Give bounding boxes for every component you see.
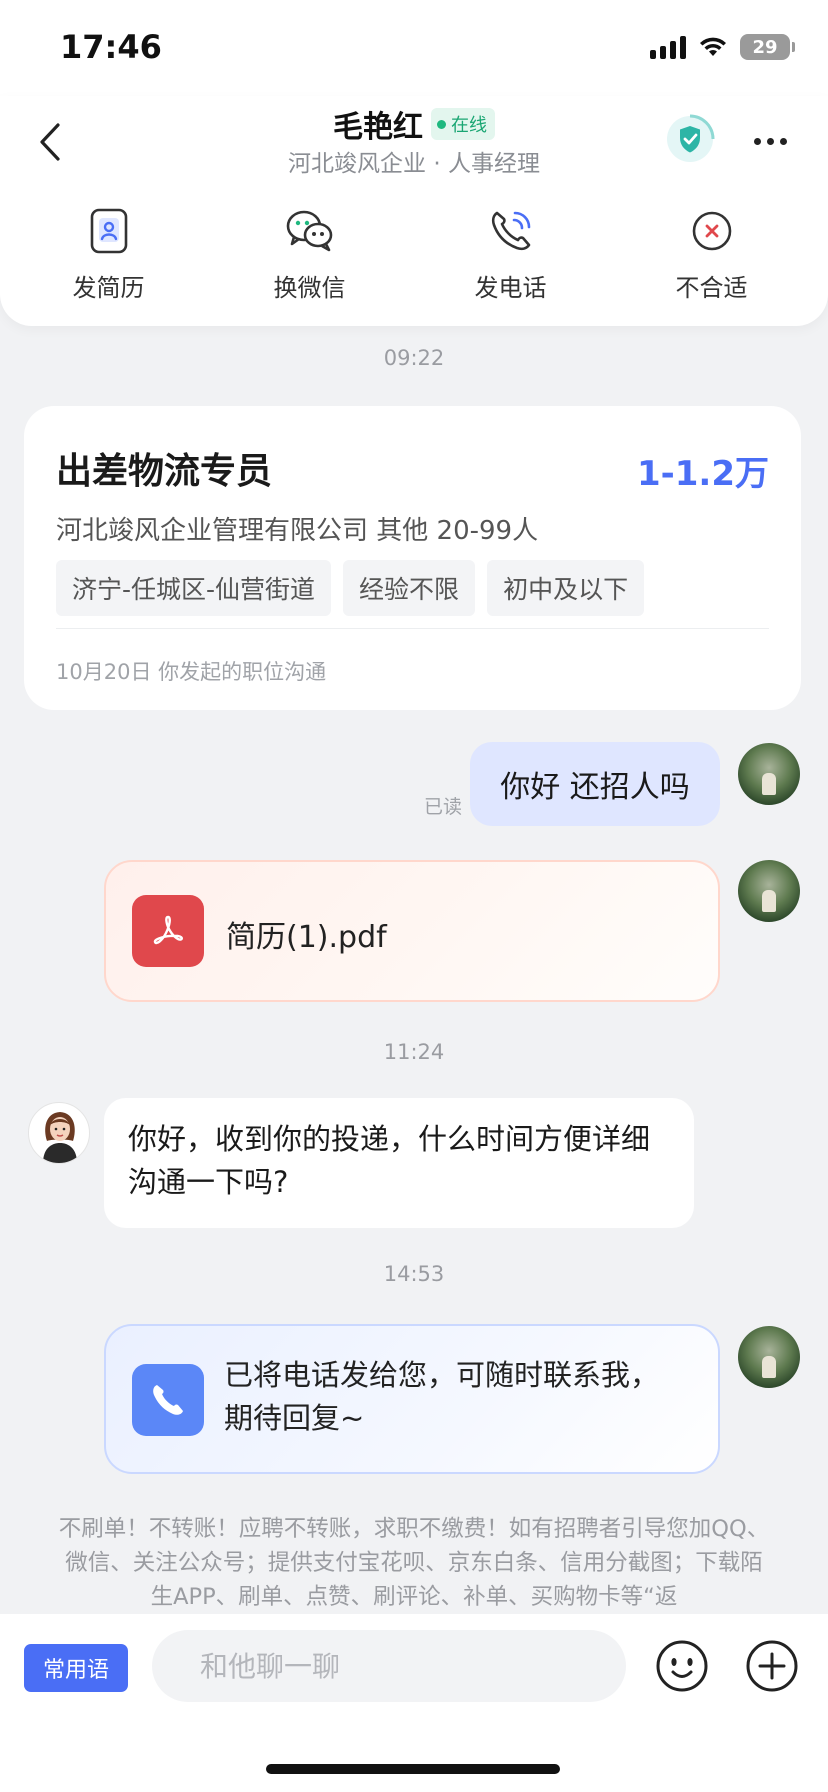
action-label: 发简历	[72, 274, 145, 302]
signal-icon	[650, 35, 686, 59]
job-tag-location: 济宁-任城区-仙营街道	[56, 560, 332, 616]
common-phrases-button[interactable]: 常用语	[24, 1644, 128, 1692]
wechat-icon	[286, 210, 332, 252]
hr-message-bubble[interactable]: 你好，收到你的投递，什么时间方便详细沟通一下吗?	[104, 1098, 694, 1228]
file-name: 简历(1).pdf	[226, 920, 387, 955]
more-dot	[753, 137, 761, 145]
hr-avatar-illustration	[43, 1112, 77, 1163]
job-title: 出差物流专员	[56, 451, 273, 492]
phone-call-icon	[132, 1364, 204, 1436]
online-dot-icon	[437, 119, 446, 129]
more-options-button[interactable]	[745, 126, 795, 156]
input-bar: 常用语	[0, 1614, 828, 1792]
exchange-wechat-action[interactable]: 换微信	[209, 206, 410, 303]
action-label: 发电话	[474, 274, 547, 302]
quick-actions: 发简历 换微信 发电话 不合适	[0, 206, 828, 303]
send-resume-action[interactable]: 发简历	[8, 206, 209, 303]
job-company: 河北竣风企业管理有限公司 其他 20-99人	[56, 516, 539, 546]
my-avatar[interactable]	[738, 743, 800, 805]
timestamp: 11:24	[383, 1040, 445, 1064]
timestamp: 14:53	[383, 1262, 445, 1286]
my-avatar[interactable]	[738, 1326, 800, 1388]
action-label: 换微信	[273, 274, 346, 302]
resume-file-card[interactable]: 简历(1).pdf	[104, 860, 720, 1002]
more-attachments-button[interactable]	[745, 1639, 799, 1693]
phone-message-text: 已将电话发给您，可随时联系我，期待回复~	[224, 1358, 660, 1435]
read-receipt: 已读	[424, 796, 463, 818]
hr-avatar[interactable]	[28, 1102, 90, 1164]
job-tag-experience: 经验不限	[343, 560, 476, 616]
emoji-button[interactable]	[655, 1639, 709, 1693]
phone-icon	[491, 211, 530, 251]
shield-check-icon	[667, 114, 715, 162]
send-phone-action[interactable]: 发电话	[410, 206, 611, 303]
contact-name: 毛艳红	[333, 110, 423, 145]
job-tag-education: 初中及以下	[487, 560, 645, 616]
message-input[interactable]	[152, 1630, 626, 1702]
action-label: 不合适	[675, 274, 748, 302]
timestamp: 09:22	[383, 346, 445, 370]
home-indicator	[266, 1764, 560, 1774]
divider	[56, 628, 769, 629]
emoji-icon	[656, 1640, 708, 1692]
status-bar: 17:46 29	[0, 0, 828, 96]
close-circle-icon	[692, 211, 731, 251]
plus-circle-icon	[746, 1640, 798, 1692]
chat-header: 毛艳红 在线 河北竣风企业 · 人事经理 发简历 换微信 发电话 不合适	[0, 96, 828, 326]
verified-button[interactable]	[665, 114, 715, 164]
job-salary: 1-1.2万	[637, 454, 769, 494]
not-suitable-action[interactable]: 不合适	[611, 206, 812, 303]
job-card[interactable]: 出差物流专员 1-1.2万 河北竣风企业管理有限公司 其他 20-99人 济宁-…	[24, 406, 801, 710]
pdf-icon	[132, 895, 204, 967]
phone-exchange-card[interactable]: 已将电话发给您，可随时联系我，期待回复~	[104, 1324, 720, 1474]
wifi-icon	[700, 37, 726, 56]
job-tags: 济宁-任城区-仙营街道 经验不限 初中及以下	[56, 560, 645, 616]
status-icons: 29	[650, 34, 795, 60]
online-badge: 在线	[431, 108, 495, 140]
resume-icon	[90, 208, 127, 254]
safety-warning: 不刷单！不转账！应聘不转账，求职不缴费！如有招聘者引导您加QQ、微信、关注公众号…	[58, 1516, 770, 1610]
more-dot	[766, 137, 774, 145]
job-card-footer: 10月20日 你发起的职位沟通	[56, 660, 327, 684]
my-avatar[interactable]	[738, 860, 800, 922]
more-dot	[779, 137, 787, 145]
battery-icon: 29	[740, 34, 795, 60]
my-message-bubble[interactable]: 你好 还招人吗	[470, 742, 720, 826]
status-time: 17:46	[60, 28, 162, 66]
online-label: 在线	[451, 115, 487, 136]
